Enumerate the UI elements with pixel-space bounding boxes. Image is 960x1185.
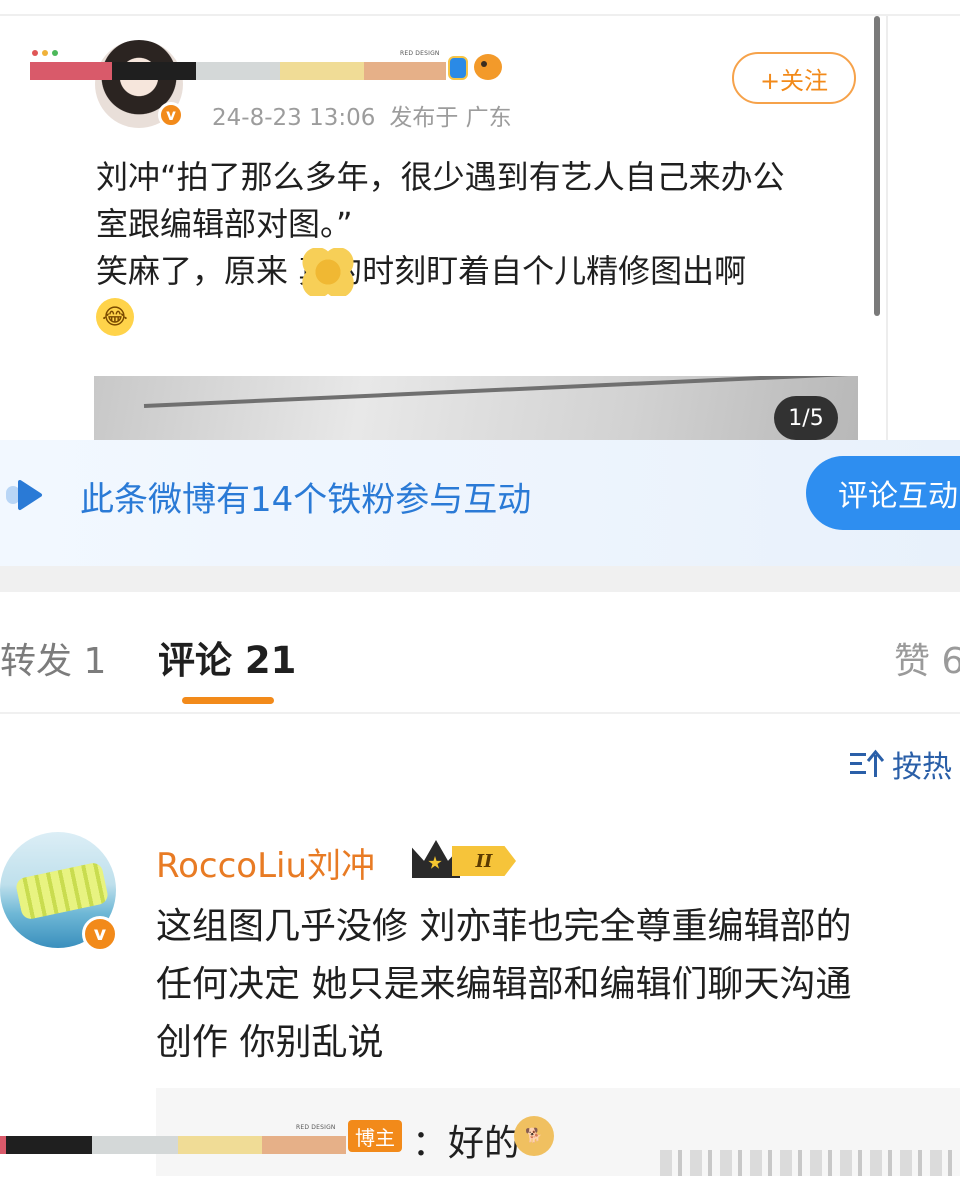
tab-active-indicator [182,697,274,704]
scrollbar[interactable] [874,16,880,316]
fan-icon [6,480,42,510]
censored-reply-username [0,1136,346,1154]
comment-text-line: 创作 你别乱说 [156,1022,384,1063]
flower-sticker-icon [302,248,354,296]
laugh-emoji-icon: 😂 [96,298,134,336]
censored-username [30,62,446,80]
watermark-text: RED DESIGN [400,50,440,57]
tab-divider [0,712,960,714]
card-border [886,16,888,440]
post-text-line: 刘冲“拍了那么多年，很少遇到有艺人自己来办公 [96,158,785,196]
blogger-tag: 博主 [348,1120,402,1152]
fan-interaction-text: 此条微博有14个铁粉参与互动 [80,480,532,520]
tab-repost[interactable]: 转发 1 [0,632,106,684]
sort-label: 按热 [892,750,952,785]
reply-text: ：好的 [412,1123,521,1164]
comment-text-line: 这组图几乎没修 刘亦菲也完全尊重编辑部的 [156,906,852,947]
comment-text-line: 任何决定 她只是来编辑部和编辑们聊天沟通 [156,964,852,1005]
comment-interact-button[interactable]: 评论互动 [806,456,960,530]
censor-dots [32,50,58,56]
post-meta: 24-8-23 13:06 发布于 广东 [212,98,526,132]
top-divider [0,14,960,16]
level-badge: II [452,846,516,876]
post-location: 发布于 广东 [389,105,512,131]
section-gap [0,566,960,592]
commenter-name[interactable]: RoccoLiu刘冲 [156,838,375,887]
tab-comment[interactable]: 评论 21 [158,630,296,684]
post-text-line: 笑麻了，原来 真的时刻盯着自个儿精修图出啊 [96,252,747,290]
follow-button[interactable]: +关注 [732,52,856,104]
comment-text: 这组图几乎没修 刘亦菲也完全尊重编辑部的 任何决定 她只是来编辑部和编辑们聊天沟… [156,898,960,1072]
bottom-watermark [660,1150,960,1176]
post-text-line: 室跟编辑部对图。” [96,205,353,243]
fan-badge-icon [474,54,502,80]
v-verified-icon: v [82,916,118,952]
v-verified-icon: v [158,102,184,128]
member-badge-icon [448,56,468,80]
post-image[interactable] [94,376,858,440]
tab-like[interactable]: 赞 6 [894,632,960,684]
image-counter: 1/5 [774,396,838,440]
post-text: 刘冲“拍了那么多年，很少遇到有艺人自己来办公 室跟编辑部对图。” 笑麻了，原来 … [96,154,866,295]
watermark-text: RED DESIGN [296,1124,336,1131]
doge-emoji-icon: 🐕 [514,1116,554,1156]
post-timestamp: 24-8-23 13:06 [212,105,376,131]
sort-icon [850,749,884,777]
sort-button[interactable]: 按热 [850,742,952,786]
